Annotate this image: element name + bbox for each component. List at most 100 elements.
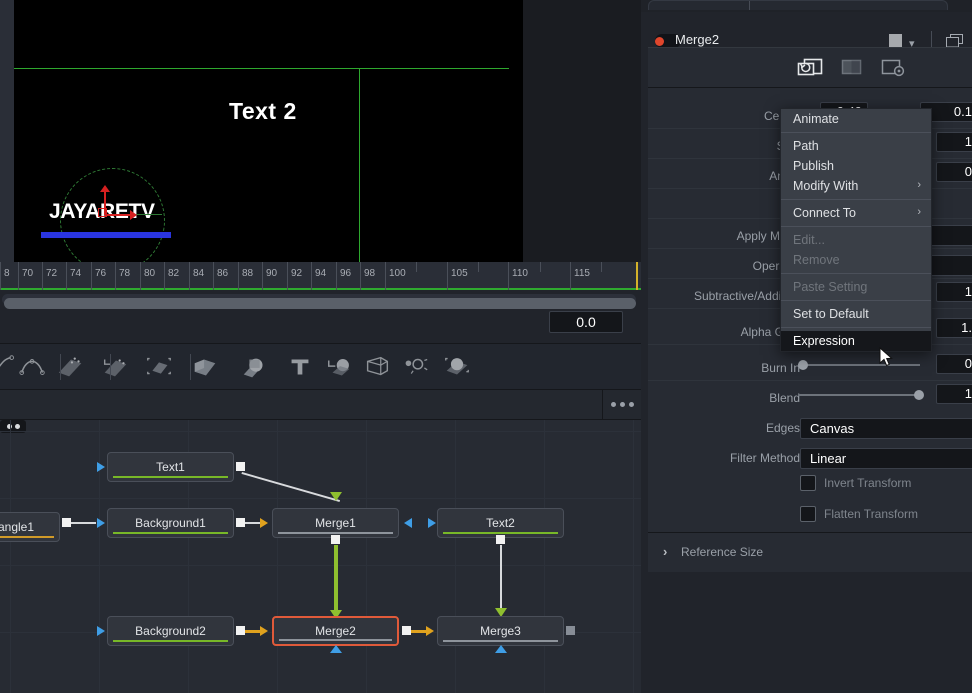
text-tool-icon[interactable] xyxy=(285,352,315,382)
toolbar-separator xyxy=(60,354,61,380)
merge-tool-icon[interactable] xyxy=(325,352,355,382)
menu-item-modify-with[interactable]: Modify With › xyxy=(781,176,931,196)
current-frame-field[interactable]: 0.0 xyxy=(549,311,623,333)
transform-center-handle[interactable] xyxy=(98,208,107,217)
tab-mask-settings-icon[interactable] xyxy=(834,56,868,80)
field-blend[interactable]: 1 xyxy=(936,384,972,404)
lens-flare-icon[interactable] xyxy=(400,352,430,382)
menu-item-publish[interactable]: Publish xyxy=(781,156,931,176)
viewer-right-pad xyxy=(523,0,641,262)
viewer-canvas[interactable]: Text 2 JAYARETV xyxy=(14,0,523,262)
ruler-tick xyxy=(0,262,1,290)
background-icon[interactable] xyxy=(190,352,220,382)
output-port-background2[interactable] xyxy=(236,626,245,635)
node-graph-overflow-button[interactable] xyxy=(602,390,641,419)
reference-size-section[interactable]: › Reference Size xyxy=(648,532,972,572)
output-port-text2[interactable] xyxy=(496,535,505,544)
slider-blend[interactable] xyxy=(798,394,920,396)
shapes-icon[interactable] xyxy=(240,352,270,382)
node-text1[interactable]: Text1 xyxy=(107,452,234,482)
window-copy-icon[interactable] xyxy=(946,34,963,48)
node-status-bar xyxy=(278,532,393,534)
inspector-tab-shape[interactable] xyxy=(648,0,948,10)
menu-item-set-to-default[interactable]: Set to Default xyxy=(781,304,931,324)
ruler-tick-label: 86 xyxy=(217,268,229,279)
node-color-swatch[interactable] xyxy=(889,34,902,47)
spline-bezier-icon[interactable] xyxy=(18,352,48,382)
transform-axis-y-arrow[interactable] xyxy=(100,185,110,192)
field-subtractive-additive[interactable]: 1 xyxy=(936,282,972,302)
menu-separator xyxy=(781,226,931,227)
node-merge3[interactable]: Merge3 xyxy=(437,616,564,646)
field-size[interactable]: 1 xyxy=(936,132,972,152)
mask-input-merge3[interactable] xyxy=(495,645,507,653)
output-port-merge2[interactable] xyxy=(402,626,411,635)
viewer-dot-2[interactable] xyxy=(14,424,20,429)
chevron-right-icon[interactable]: › xyxy=(663,544,667,559)
tab-common-settings-icon[interactable] xyxy=(875,56,909,80)
input-port-text1[interactable] xyxy=(97,462,105,472)
menu-item-path[interactable]: Path xyxy=(781,136,931,156)
output-port-angle1[interactable] xyxy=(62,518,71,527)
inspector-tabstrip[interactable] xyxy=(648,47,972,135)
combo-filter-method[interactable]: Linear xyxy=(800,448,972,469)
menu-separator xyxy=(781,300,931,301)
input-port-text2[interactable] xyxy=(428,518,436,528)
node-graph[interactable]: angle1 Text1 Background1 Merge1 Text2 Backgro… xyxy=(0,420,641,693)
output-port-background1[interactable] xyxy=(236,518,245,527)
reference-size-label: Reference Size xyxy=(681,545,764,559)
viewer-panel[interactable]: Text 2 JAYARETV xyxy=(0,0,641,262)
timeline-scrollbar-track[interactable] xyxy=(2,294,636,309)
node-merge2[interactable]: Merge2 xyxy=(272,616,399,646)
field-angle[interactable]: 0 xyxy=(936,162,972,182)
input-port-background2[interactable] xyxy=(97,626,105,636)
particle-spawn-icon[interactable] xyxy=(100,352,130,382)
checkbox-flatten-transform[interactable] xyxy=(800,506,816,522)
transform-axis-x[interactable] xyxy=(105,214,131,216)
output-port-merge3[interactable] xyxy=(566,626,575,635)
field-alpha-gain[interactable]: 1. xyxy=(936,318,972,338)
menu-item-animate[interactable]: Animate xyxy=(781,109,931,129)
parameter-context-menu[interactable]: Animate Path Publish Modify With › Connect To… xyxy=(780,108,932,352)
node-angle1[interactable]: angle1 xyxy=(0,512,60,542)
merge2-bg-input-arrow[interactable] xyxy=(260,626,268,636)
ruler-tick-label: 96 xyxy=(340,268,352,279)
timeline-ruler[interactable]: 8 70 72 74 76 78 80 82 84 86 88 90 92 94 96 98 100 105 110… xyxy=(0,262,641,290)
transform-axis-x-arrow[interactable] xyxy=(130,210,137,220)
toolbar-separator xyxy=(190,354,191,380)
combo-edges[interactable]: Canvas xyxy=(800,418,972,439)
checkbox-invert-transform[interactable] xyxy=(800,475,816,491)
particle-render-icon[interactable] xyxy=(144,352,174,382)
node-background2[interactable]: Background2 xyxy=(107,616,234,646)
mask-input-merge2[interactable] xyxy=(330,645,342,653)
ruler-tick xyxy=(18,262,19,290)
output-port-merge1[interactable] xyxy=(331,535,340,544)
node-enable-toggle-knob[interactable] xyxy=(655,37,664,46)
slider-burn-in[interactable] xyxy=(798,364,920,366)
merge1-bg-input-arrow[interactable] xyxy=(260,518,268,528)
ruler-tick xyxy=(115,262,116,290)
camera-3d-icon[interactable] xyxy=(362,352,392,382)
timeline-scrollbar-thumb[interactable] xyxy=(4,298,636,309)
node-text2[interactable]: Text2 xyxy=(437,508,564,538)
node-toolbar[interactable] xyxy=(0,344,641,390)
tab-merge-settings-icon[interactable] xyxy=(793,56,827,80)
input-port-background1[interactable] xyxy=(97,518,105,528)
node-background1[interactable]: Background1 xyxy=(107,508,234,538)
output-port-text1[interactable] xyxy=(236,462,245,471)
field-burn-in[interactable]: 0 xyxy=(936,354,972,374)
renderer-3d-icon[interactable] xyxy=(442,352,472,382)
ruler-tick-label: 76 xyxy=(95,268,107,279)
input-port-merge1-right[interactable] xyxy=(404,518,412,528)
merge3-bg-input-arrow[interactable] xyxy=(426,626,434,636)
menu-item-expression[interactable]: Expression xyxy=(781,331,931,351)
graph-gridline xyxy=(99,420,100,693)
node-label: Text2 xyxy=(486,516,515,530)
inspector-header: Merge2 ▾ xyxy=(641,12,972,50)
slider-knob-blend[interactable] xyxy=(914,390,924,400)
menu-item-remove: Remove xyxy=(781,250,931,270)
menu-item-connect-to[interactable]: Connect To › xyxy=(781,203,931,223)
ruler-tick-label: 72 xyxy=(46,268,58,279)
node-merge1[interactable]: Merge1 xyxy=(272,508,399,538)
slider-knob-burn-in[interactable] xyxy=(798,360,808,370)
